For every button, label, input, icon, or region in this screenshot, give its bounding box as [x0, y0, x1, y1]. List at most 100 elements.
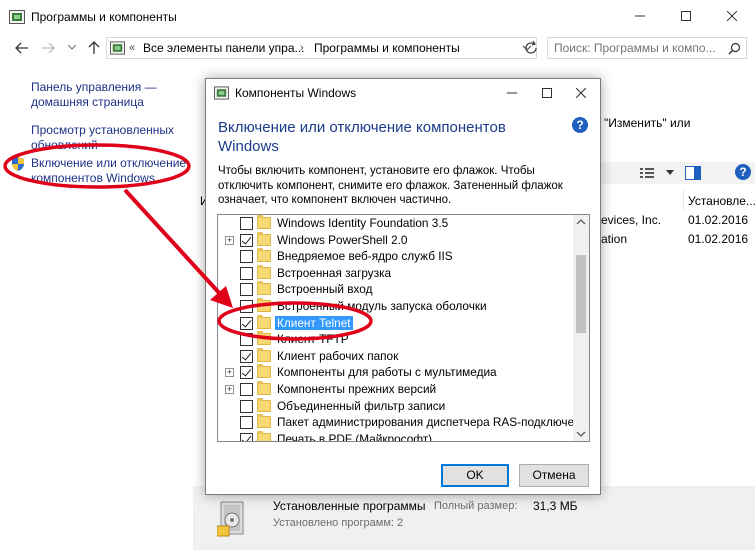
scroll-up-icon[interactable] — [576, 218, 586, 226]
column-header-installed[interactable]: Установле... — [688, 194, 755, 208]
list-item[interactable]: + Компоненты прежних версий — [218, 381, 574, 398]
maximize-icon — [542, 88, 552, 98]
list-item[interactable]: Клиент TFTP — [218, 331, 574, 348]
arrow-up-icon — [88, 41, 100, 54]
features-tree[interactable]: Windows Identity Foundation 3.5 + Window… — [217, 214, 590, 442]
feature-checkbox[interactable] — [240, 217, 253, 230]
close-button[interactable] — [709, 0, 755, 32]
feature-label: Windows PowerShell 2.0 — [277, 232, 408, 247]
feature-label: Пакет администрирования диспетчера RAS-п… — [277, 415, 590, 430]
total-size-value: 31,3 МБ — [533, 499, 578, 513]
list-item[interactable]: + Windows PowerShell 2.0 — [218, 231, 574, 249]
list-item[interactable]: Клиент Telnet — [218, 314, 574, 332]
dialog-close-button[interactable] — [564, 79, 598, 107]
feature-checkbox[interactable] — [240, 250, 253, 264]
address-bar[interactable]: « Все элементы панели упра... › Программ… — [106, 37, 537, 59]
tree-scrollbar[interactable] — [573, 215, 589, 441]
list-item[interactable]: Пакет администрирования диспетчера RAS-п… — [218, 414, 589, 431]
feature-label: Windows Identity Foundation 3.5 — [277, 216, 449, 230]
up-button[interactable] — [86, 40, 102, 56]
help-icon[interactable]: ? — [735, 164, 751, 180]
feature-checkbox[interactable] — [240, 316, 253, 330]
list-item[interactable]: Объединенный фильтр записи — [218, 397, 574, 415]
arrow-right-icon — [42, 42, 55, 54]
dialog-maximize-button[interactable] — [530, 79, 564, 107]
cancel-button[interactable]: Отмена — [519, 464, 589, 487]
back-button[interactable] — [14, 40, 30, 56]
list-item[interactable]: Встроенная загрузка — [218, 264, 574, 282]
search-icon[interactable] — [728, 42, 741, 55]
search-box[interactable] — [547, 37, 747, 59]
feature-checkbox[interactable] — [240, 333, 253, 347]
search-input[interactable] — [554, 40, 722, 56]
folder-icon — [257, 231, 271, 246]
dialog-heading-line: Windows — [218, 138, 279, 155]
expand-icon[interactable]: + — [225, 368, 234, 378]
list-item[interactable]: Windows Identity Foundation 3.5 — [218, 215, 574, 232]
sidebar-link-label: Включение или отключение — [31, 156, 187, 170]
help-icon[interactable]: ? — [572, 117, 588, 133]
column-divider — [683, 190, 684, 210]
feature-checkbox[interactable] — [240, 432, 253, 441]
recent-locations-button[interactable] — [64, 40, 80, 56]
chevron-down-icon[interactable] — [666, 170, 674, 176]
refresh-icon[interactable] — [523, 40, 539, 56]
scrollbar-thumb[interactable] — [576, 255, 586, 333]
list-item[interactable]: Внедряемое веб-ядро служб IIS — [218, 248, 574, 265]
chevron-right-icon: › — [300, 42, 304, 54]
breadcrumb-all-items[interactable]: Все элементы панели упра... — [143, 41, 305, 55]
view-options-icon[interactable] — [640, 167, 654, 179]
feature-label: Встроенная загрузка — [277, 265, 392, 280]
sidebar-link-control-panel-home[interactable]: Панель управления — домашняя страница — [31, 80, 157, 110]
sidebar-link-windows-features[interactable]: Включение или отключение компонентов Win… — [31, 156, 186, 186]
minimize-icon — [635, 15, 645, 17]
ok-button[interactable]: OK — [441, 464, 509, 487]
row-publisher: ation — [601, 232, 628, 246]
feature-label: Клиент Telnet — [275, 315, 353, 330]
list-item[interactable]: Печать в PDF (Майкрософт) — [218, 430, 574, 442]
list-item[interactable]: Клиент рабочих папок — [218, 347, 574, 365]
expand-icon[interactable]: + — [225, 385, 234, 394]
feature-checkbox[interactable] — [240, 349, 253, 363]
sidebar-link-installed-updates[interactable]: Просмотр установленных обновлений — [31, 123, 174, 153]
feature-checkbox[interactable] — [240, 416, 253, 430]
expand-icon[interactable]: + — [225, 235, 234, 245]
dialog-minimize-button[interactable] — [495, 79, 529, 107]
feature-checkbox[interactable] — [240, 383, 253, 396]
folder-icon — [257, 215, 271, 229]
feature-checkbox[interactable] — [240, 366, 253, 380]
list-item[interactable]: Встроенный вход — [218, 281, 574, 298]
instruction-text: "Изменить" или — [604, 116, 691, 130]
installed-count: Установлено программ: 2 — [273, 517, 404, 529]
folder-icon — [257, 298, 271, 312]
folder-icon — [257, 397, 271, 412]
dialog-description-line: Чтобы включить компонент, установите его… — [218, 165, 535, 177]
feature-checkbox[interactable] — [240, 266, 253, 280]
list-item[interactable]: + Компоненты для работы с мультимедиа — [218, 364, 574, 381]
control-panel-icon — [110, 41, 125, 55]
close-icon — [727, 11, 737, 21]
folder-icon — [257, 281, 271, 296]
minimize-icon — [507, 92, 517, 94]
feature-checkbox[interactable] — [240, 300, 253, 313]
installed-programs-icon — [217, 501, 244, 537]
feature-checkbox[interactable] — [240, 283, 253, 297]
feature-checkbox[interactable] — [240, 233, 253, 247]
folder-icon — [257, 381, 271, 395]
folder-icon — [257, 264, 271, 279]
dialog-titlebar: Компоненты Windows — [206, 79, 600, 107]
breadcrumb-programs[interactable]: Программы и компоненты — [314, 41, 460, 55]
list-item[interactable]: Встроенный модуль запуска оболочки — [218, 298, 574, 315]
preview-pane-icon[interactable] — [685, 166, 701, 180]
forward-button[interactable] — [40, 40, 56, 56]
feature-label: Печать в PDF (Майкрософт) — [277, 431, 433, 442]
chevron-down-icon — [68, 45, 76, 50]
feature-checkbox[interactable] — [240, 399, 253, 413]
feature-label: Внедряемое веб-ядро служб IIS — [277, 249, 453, 264]
scroll-down-icon[interactable] — [576, 430, 586, 438]
minimize-button[interactable] — [617, 0, 663, 32]
maximize-button[interactable] — [663, 0, 709, 32]
dialog-description-line: означает, что компонент включен частично… — [218, 194, 452, 206]
row-date: 01.02.2016 — [688, 213, 749, 227]
dialog-heading: Включение или отключение компонентов Win… — [218, 118, 538, 156]
